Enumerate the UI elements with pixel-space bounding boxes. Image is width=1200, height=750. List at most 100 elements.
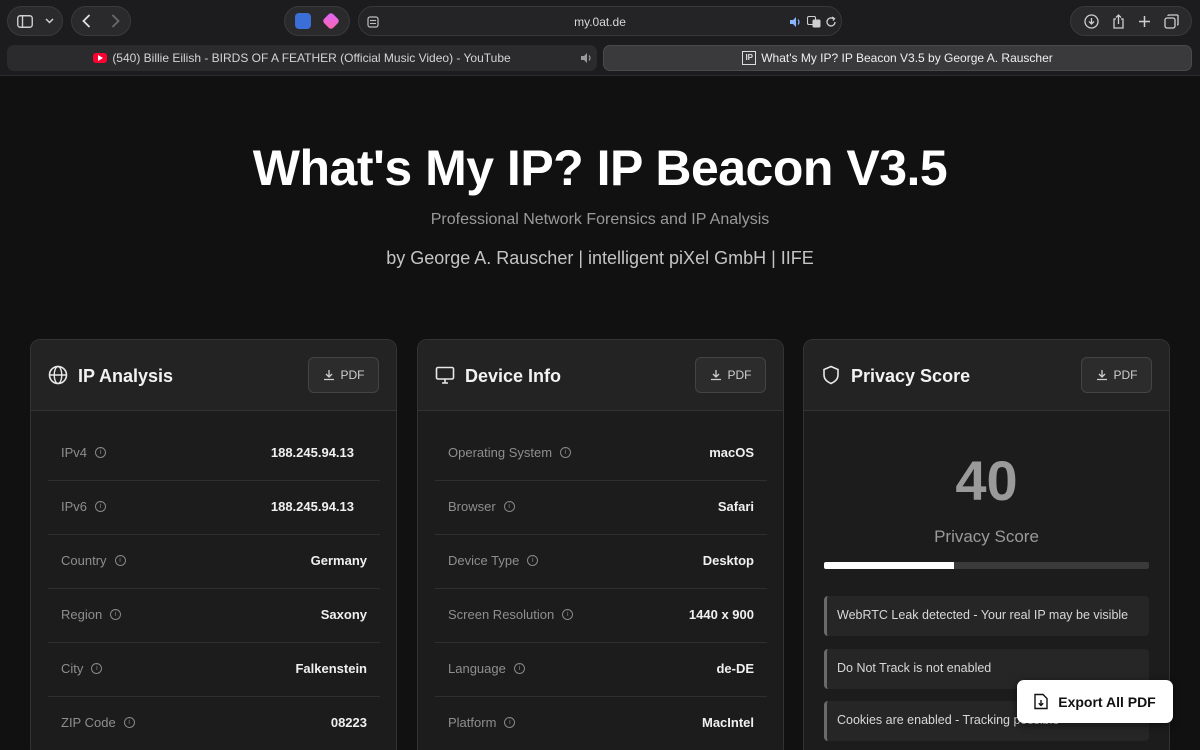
row-value: Falkenstein xyxy=(295,661,367,676)
row-value: Germany xyxy=(310,553,367,568)
pdf-label: PDF xyxy=(1113,368,1138,382)
row-label: City xyxy=(61,661,84,676)
row-label: Operating System xyxy=(448,445,553,460)
history-nav xyxy=(71,6,131,36)
pdf-label: PDF xyxy=(340,368,365,382)
translate-extension-icon[interactable] xyxy=(295,13,311,29)
row-value: Desktop xyxy=(702,553,754,568)
info-icon[interactable]: i xyxy=(114,555,126,566)
tab-youtube[interactable]: (540) Billie Eilish - BIRDS OF A FEATHER… xyxy=(7,45,597,71)
address-bar[interactable]: my.0at.de xyxy=(358,6,842,36)
row-label: Language xyxy=(448,661,506,676)
download-icon xyxy=(1096,370,1107,381)
row-value: 1440 x 900 xyxy=(688,607,754,622)
shield-icon xyxy=(821,365,841,385)
extensions-group xyxy=(284,6,350,36)
share-icon[interactable] xyxy=(1112,13,1125,29)
extension-badge-icon[interactable] xyxy=(321,11,341,31)
row-value: 188.245.94.13 xyxy=(270,445,354,460)
info-icon[interactable]: i xyxy=(91,663,103,674)
privacy-score-label: Privacy Score xyxy=(934,527,1039,546)
globe-icon xyxy=(48,365,68,385)
table-row: Operating System i macOS xyxy=(435,427,767,481)
downloads-icon[interactable] xyxy=(1083,13,1099,29)
tab-bar: (540) Billie Eilish - BIRDS OF A FEATHER… xyxy=(0,42,1200,74)
ip-pdf-button[interactable]: PDF xyxy=(308,357,379,393)
table-row: ZIP Code i 08223 xyxy=(48,697,380,750)
row-label: ZIP Code xyxy=(61,715,116,730)
row-label: IPv4 xyxy=(61,445,88,460)
monitor-icon xyxy=(435,365,455,385)
export-all-pdf-button[interactable]: Export All PDF xyxy=(1017,680,1173,723)
browser-chrome: my.0at.de (540) Billie Eilish - BIRDS OF… xyxy=(0,0,1200,76)
row-value: Saxony xyxy=(320,607,367,622)
speaker-icon[interactable] xyxy=(789,15,802,33)
card-header: Device Info PDF xyxy=(418,340,783,411)
table-row: Country i Germany xyxy=(48,535,380,589)
warning-item: WebRTC Leak detected - Your real IP may … xyxy=(824,596,1149,636)
translate-icon[interactable] xyxy=(806,15,821,33)
table-row: Screen Resolution i 1440 x 900 xyxy=(435,589,767,643)
forward-button[interactable] xyxy=(111,14,120,28)
card-title: IP Analysis xyxy=(78,366,174,386)
row-value: de-DE xyxy=(716,661,754,676)
row-value: MacIntel xyxy=(701,715,754,730)
youtube-icon xyxy=(93,53,108,63)
row-label: Browser xyxy=(448,499,496,514)
reload-icon[interactable] xyxy=(825,15,837,33)
info-icon[interactable]: i xyxy=(110,609,122,620)
info-icon[interactable]: i xyxy=(560,447,572,458)
back-button[interactable] xyxy=(82,14,91,28)
info-icon[interactable]: i xyxy=(513,663,525,674)
privacy-pdf-button[interactable]: PDF xyxy=(1081,357,1152,393)
file-download-icon xyxy=(1034,693,1048,710)
row-label: Platform xyxy=(448,715,497,730)
toolbar-actions xyxy=(1070,6,1192,36)
sidebar-icon xyxy=(16,14,33,28)
table-row: Browser i Safari xyxy=(435,481,767,535)
table-row: City i Falkenstein xyxy=(48,643,380,697)
download-icon xyxy=(323,370,334,381)
info-icon[interactable]: i xyxy=(503,501,515,512)
ip-analysis-card: IP Analysis PDF IPv4 i 188.245.94.13 IPv6… xyxy=(30,339,397,750)
info-icon[interactable]: i xyxy=(95,447,107,458)
row-value: macOS xyxy=(709,445,754,460)
card-header: IP Analysis PDF xyxy=(31,340,396,411)
tab-overview-icon[interactable] xyxy=(1163,13,1179,29)
privacy-score-bar xyxy=(824,562,1149,569)
url-text: my.0at.de xyxy=(574,15,626,29)
row-value: 08223 xyxy=(330,715,367,730)
row-label: IPv6 xyxy=(61,499,88,514)
privacy-score-bar-fill xyxy=(824,562,954,569)
device-info-card: Device Info PDF Operating System i macOS … xyxy=(417,339,784,750)
table-row: Language i de-DE xyxy=(435,643,767,697)
device-pdf-button[interactable]: PDF xyxy=(695,357,766,393)
ip-favicon-icon: IP xyxy=(742,51,757,65)
page-subtitle: Professional Network Forensics and IP An… xyxy=(430,211,770,228)
table-row: Region i Saxony xyxy=(48,589,380,643)
table-row: Platform i MacIntel xyxy=(435,697,767,750)
chevron-down-icon xyxy=(44,18,54,24)
info-icon[interactable]: i xyxy=(504,717,516,728)
download-icon xyxy=(710,370,721,381)
row-value: 188.245.94.13 xyxy=(270,499,354,514)
info-icon[interactable]: i xyxy=(527,555,539,566)
browser-toolbar: my.0at.de xyxy=(0,0,1200,42)
row-label: Region xyxy=(61,607,103,622)
info-icon[interactable]: i xyxy=(95,501,107,512)
info-icon[interactable]: i xyxy=(123,717,135,728)
page-content: What's My IP? IP Beacon V3.5 Professiona… xyxy=(0,77,1200,750)
tab-label: What's My IP? IP Beacon V3.5 by George A… xyxy=(761,51,1053,65)
table-row: IPv6 i 188.245.94.13 xyxy=(48,481,380,535)
new-tab-icon[interactable] xyxy=(1138,15,1151,28)
card-title: Device Info xyxy=(465,366,562,386)
row-label: Country xyxy=(61,553,107,568)
sidebar-toggle-button[interactable] xyxy=(7,6,63,36)
table-row: IPv4 i 188.245.94.13 xyxy=(48,427,380,481)
tab-audio-icon[interactable] xyxy=(580,52,593,67)
info-icon[interactable]: i xyxy=(562,609,574,620)
page-byline: by George A. Rauscher | intelligent piXe… xyxy=(386,248,814,268)
tab-ip-beacon[interactable]: IP What's My IP? IP Beacon V3.5 by Georg… xyxy=(603,45,1192,71)
card-title: Privacy Score xyxy=(851,366,971,386)
tab-label: (540) Billie Eilish - BIRDS OF A FEATHER… xyxy=(112,51,511,65)
